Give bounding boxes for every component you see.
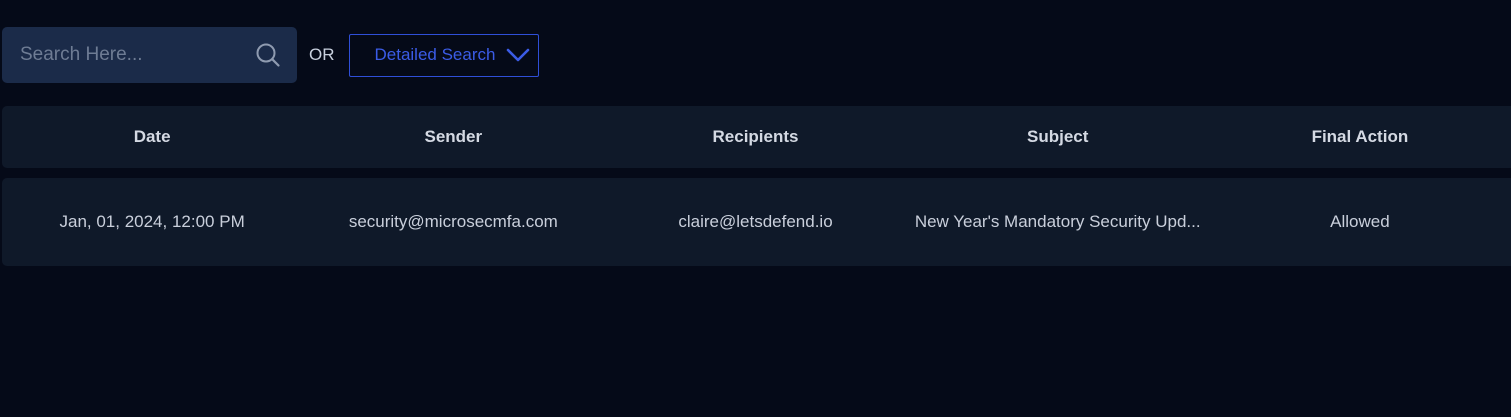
search-input[interactable] (18, 43, 247, 67)
search-toolbar: OR Detailed Search (2, 27, 539, 83)
column-header-sender[interactable]: Sender (302, 127, 604, 147)
column-header-recipients[interactable]: Recipients (604, 127, 906, 147)
cell-sender: security@microsecmfa.com (348, 212, 558, 231)
table-header: Date Sender Recipients Subject Final Act… (2, 106, 1511, 168)
column-header-final-action[interactable]: Final Action (1209, 127, 1511, 147)
column-header-date[interactable]: Date (2, 127, 302, 147)
chevron-down-icon (507, 48, 530, 62)
search-box[interactable] (2, 27, 297, 83)
cell-final-action: Allowed (1330, 212, 1390, 231)
or-label: OR (309, 45, 335, 64)
detailed-search-label: Detailed Search (374, 45, 496, 64)
detailed-search-button[interactable]: Detailed Search (348, 33, 539, 77)
cell-subject: New Year's Mandatory Security Upd... (914, 212, 1201, 231)
table-row[interactable]: Jan, 01, 2024, 12:00 PM security@microse… (2, 178, 1511, 266)
cell-date: Jan, 01, 2024, 12:00 PM (59, 212, 245, 231)
search-icon[interactable] (255, 42, 281, 68)
column-header-subject[interactable]: Subject (907, 127, 1209, 147)
cell-recipients: claire@letsdefend.io (678, 212, 833, 231)
